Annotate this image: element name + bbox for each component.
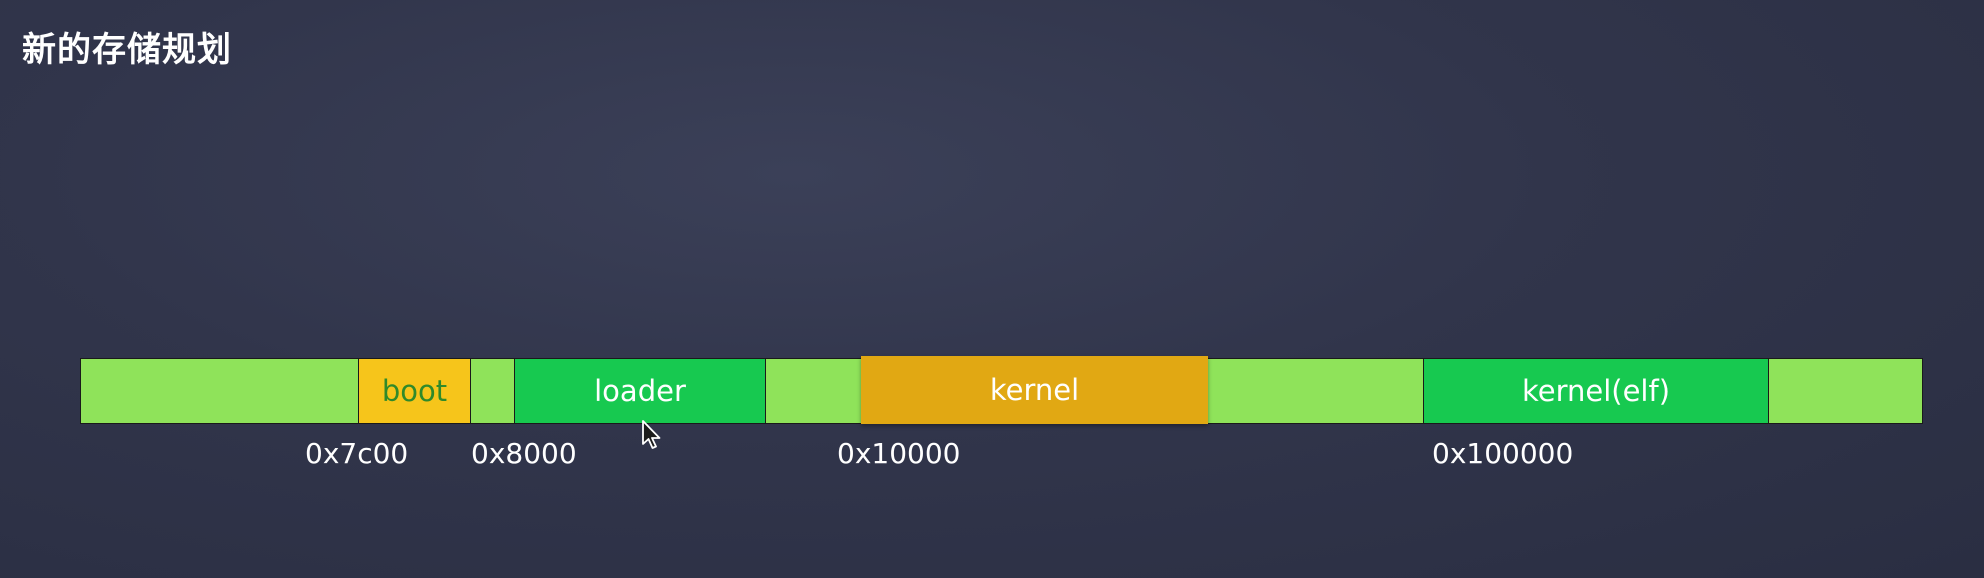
loader-segment: loader bbox=[514, 358, 766, 424]
loader-label: loader bbox=[594, 374, 686, 408]
address-label-8000: 0x8000 bbox=[471, 437, 577, 470]
address-label-10000: 0x10000 bbox=[837, 437, 961, 470]
free-region-mid1 bbox=[765, 358, 863, 424]
free-region-gap bbox=[470, 358, 515, 424]
free-region-mid2 bbox=[1206, 358, 1424, 424]
slide-title: 新的存储规划 bbox=[22, 30, 232, 70]
mouse-pointer-icon bbox=[642, 420, 661, 449]
memory-map-bar: boot loader kernel(elf) kernel bbox=[80, 356, 1923, 424]
boot-label: boot bbox=[381, 374, 448, 408]
kernel-elf-segment: kernel(elf) bbox=[1423, 358, 1769, 424]
kernel-label: kernel bbox=[989, 373, 1080, 407]
free-region-low bbox=[80, 358, 359, 424]
address-label-7c00: 0x7c00 bbox=[305, 437, 409, 470]
address-label-100000: 0x100000 bbox=[1432, 437, 1574, 470]
boot-segment: boot bbox=[358, 358, 471, 424]
kernel-elf-label: kernel(elf) bbox=[1521, 374, 1671, 408]
free-region-high bbox=[1768, 358, 1923, 424]
kernel-segment: kernel bbox=[861, 356, 1208, 424]
